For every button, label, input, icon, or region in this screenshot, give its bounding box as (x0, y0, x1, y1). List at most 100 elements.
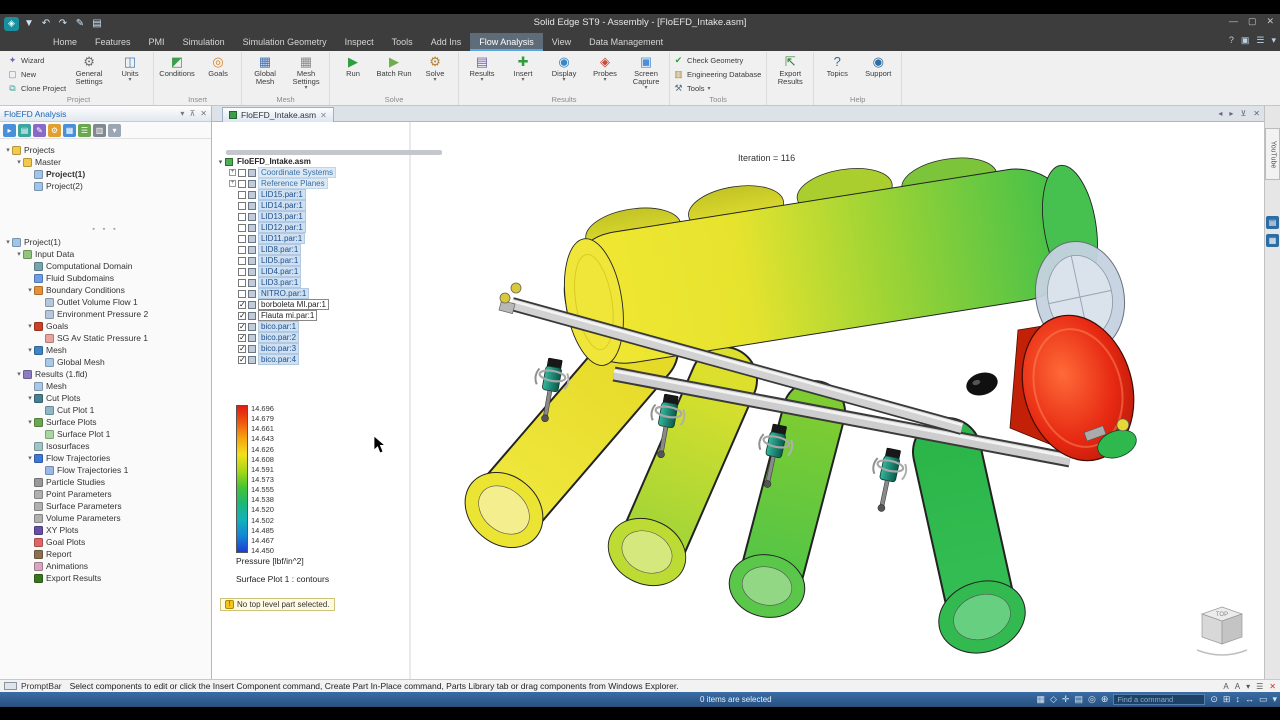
tree-item-surface-plots[interactable]: ▾ Surface Plots (2, 416, 209, 428)
assembly-item-lid14-par-1[interactable]: LID14.par:1 (216, 200, 336, 211)
assembly-item-bico-par-1[interactable]: bico.par:1 (216, 321, 336, 332)
tree-item-environment-pressure-2[interactable]: Environment Pressure 2 (2, 308, 209, 320)
tab-simulation-geometry[interactable]: Simulation Geometry (234, 33, 336, 51)
pin-icon[interactable]: ⊻ (1240, 109, 1246, 118)
tree-item-export-results[interactable]: Export Results (2, 572, 209, 584)
help-icon[interactable]: ? (1229, 35, 1234, 46)
assembly-root-item[interactable]: ▾ FloEFD_Intake.asm (216, 156, 336, 167)
visibility-checkbox[interactable] (238, 234, 246, 243)
tab-data-management[interactable]: Data Management (580, 33, 672, 51)
status-icon[interactable]: ✛ (1062, 694, 1070, 705)
tab-inspect[interactable]: Inspect (336, 33, 383, 51)
panel-toolbar-icon[interactable]: ▤ (18, 123, 31, 137)
units-button[interactable]: ◫ Units ▾ (110, 52, 150, 84)
tree-item-results-1-fld[interactable]: ▾ Results (1.fld) (2, 368, 209, 380)
visibility-checkbox[interactable] (238, 256, 246, 265)
status-icon[interactable]: ▦ (1036, 694, 1045, 705)
prompt-bar-icon[interactable]: A (1235, 682, 1240, 691)
visibility-checkbox[interactable] (238, 355, 246, 364)
expander-icon[interactable]: ▾ (26, 346, 34, 354)
close-tab-icon[interactable]: ✕ (320, 111, 327, 120)
panel-toolbar-icon[interactable]: ⚙ (48, 123, 61, 137)
collapse-icon[interactable]: ▾ (1271, 35, 1276, 46)
tree-item-project-1[interactable]: Project(1) (2, 168, 209, 180)
undo-icon[interactable]: ↶ (39, 17, 53, 31)
assembly-item-lid3-par-1[interactable]: LID3.par:1 (216, 277, 336, 288)
tree-item-projects[interactable]: ▾ Projects (2, 144, 209, 156)
layers-icon[interactable]: ▦ (1266, 234, 1279, 247)
assembly-item-bico-par-2[interactable]: bico.par:2 (216, 332, 336, 343)
results-button[interactable]: ▤ Results ▾ (462, 52, 502, 84)
insert-button[interactable]: ✚ Insert ▾ (503, 52, 543, 84)
close-icon[interactable]: ✕ (200, 109, 207, 118)
style-icon[interactable]: ✎ (73, 17, 87, 31)
goals-button[interactable]: ◎ Goals (198, 52, 238, 84)
assembly-item-flauta-mi-par-1[interactable]: Flauta mi.par:1 (216, 310, 336, 321)
clone-project-button[interactable]: ⧉ Clone Project (7, 82, 68, 95)
new-button[interactable]: ▢ New (7, 68, 68, 81)
status-icon[interactable]: ◎ (1088, 694, 1096, 705)
tree-item-sg-av-static-pressure-1[interactable]: SG Av Static Pressure 1 (2, 332, 209, 344)
status-icon[interactable]: ↔ (1245, 694, 1254, 705)
tab-tools[interactable]: Tools (383, 33, 422, 51)
prompt-bar-icon[interactable]: ✕ (1269, 682, 1276, 691)
tree-item-boundary-conditions[interactable]: ▾ Boundary Conditions (2, 284, 209, 296)
maximize-button[interactable]: ▢ (1248, 16, 1257, 27)
assembly-item-coordinate-systems[interactable]: + Coordinate Systems (216, 167, 337, 178)
status-icon[interactable]: ↕ (1235, 694, 1240, 705)
expander-icon[interactable]: ▾ (4, 238, 12, 246)
redo-icon[interactable]: ↷ (56, 17, 70, 31)
tree-item-fluid-subdomains[interactable]: Fluid Subdomains (2, 272, 209, 284)
batch-run-button[interactable]: ▶ Batch Run (374, 52, 414, 84)
status-icon[interactable]: ⊕ (1101, 694, 1109, 705)
tree-item-cut-plot-1[interactable]: Cut Plot 1 (2, 404, 209, 416)
next-doc-icon[interactable]: ▸ (1229, 109, 1233, 118)
panel-toolbar-icon[interactable]: ▸ (3, 123, 16, 137)
solve-button[interactable]: ⚙ Solve ▾ (415, 52, 455, 84)
visibility-checkbox[interactable] (238, 245, 246, 254)
chevron-down-icon[interactable]: ▾ (180, 109, 184, 118)
mesh-settings-button[interactable]: ▦ Mesh Settings ▾ (286, 52, 326, 92)
expander-icon[interactable]: ▾ (26, 394, 34, 402)
prev-doc-icon[interactable]: ◂ (1218, 109, 1222, 118)
pin-icon[interactable]: ⊼ (189, 109, 195, 118)
assembly-item-lid15-par-1[interactable]: LID15.par:1 (216, 189, 336, 200)
tab-pmi[interactable]: PMI (140, 33, 174, 51)
tree-item-xy-plots[interactable]: XY Plots (2, 524, 209, 536)
visibility-checkbox[interactable] (238, 300, 246, 309)
visibility-checkbox[interactable] (238, 168, 246, 177)
assembly-item-lid11-par-1[interactable]: LID11.par:1 (216, 233, 336, 244)
tab-simulation[interactable]: Simulation (174, 33, 234, 51)
tree-item-flow-trajectories[interactable]: ▾ Flow Trajectories (2, 452, 209, 464)
tree-item-mesh[interactable]: Mesh (2, 380, 209, 392)
panel-toolbar-icon[interactable]: ✎ (33, 123, 46, 137)
tab-view[interactable]: View (543, 33, 580, 51)
global-mesh-button[interactable]: ▦ Global Mesh (245, 52, 285, 92)
wizard-button[interactable]: ✦ Wizard (7, 54, 68, 67)
tree-item-goals[interactable]: ▾ Goals (2, 320, 209, 332)
expander-icon[interactable]: ▾ (26, 286, 34, 294)
screen-capture-button[interactable]: ▣ Screen Capture ▾ (626, 52, 666, 92)
visibility-checkbox[interactable] (238, 333, 246, 342)
status-icon[interactable]: ◇ (1050, 694, 1057, 705)
tree-item-computational-domain[interactable]: Computational Domain (2, 260, 209, 272)
save-icon[interactable]: ▼ (22, 17, 36, 31)
assembly-item-nitro-par-1[interactable]: NITRO.par:1 (216, 288, 336, 299)
assembly-item-borboleta-mi-par-1[interactable]: borboleta MI.par:1 (216, 299, 336, 310)
minimize-button[interactable]: — (1229, 16, 1238, 27)
tab-add-ins[interactable]: Add Ins (422, 33, 471, 51)
tree-item-mesh[interactable]: ▾ Mesh (2, 344, 209, 356)
visibility-checkbox[interactable] (238, 289, 246, 298)
visibility-checkbox[interactable] (238, 212, 246, 221)
engineering-database-button[interactable]: ▥ Engineering Database (673, 68, 763, 81)
visibility-checkbox[interactable] (238, 322, 246, 331)
visibility-checkbox[interactable] (238, 190, 246, 199)
expander-icon[interactable]: ▾ (15, 158, 23, 166)
general-settings-button[interactable]: ⚙ General Settings (69, 52, 109, 92)
support-button[interactable]: ◉ Support (858, 52, 898, 84)
visibility-checkbox[interactable] (238, 311, 246, 320)
prompt-bar-icon[interactable]: ☰ (1256, 682, 1263, 691)
assembly-item-lid12-par-1[interactable]: LID12.par:1 (216, 222, 336, 233)
assembly-item-reference-planes[interactable]: + Reference Planes (216, 178, 336, 189)
panel-toolbar-icon[interactable]: ☰ (78, 123, 91, 137)
